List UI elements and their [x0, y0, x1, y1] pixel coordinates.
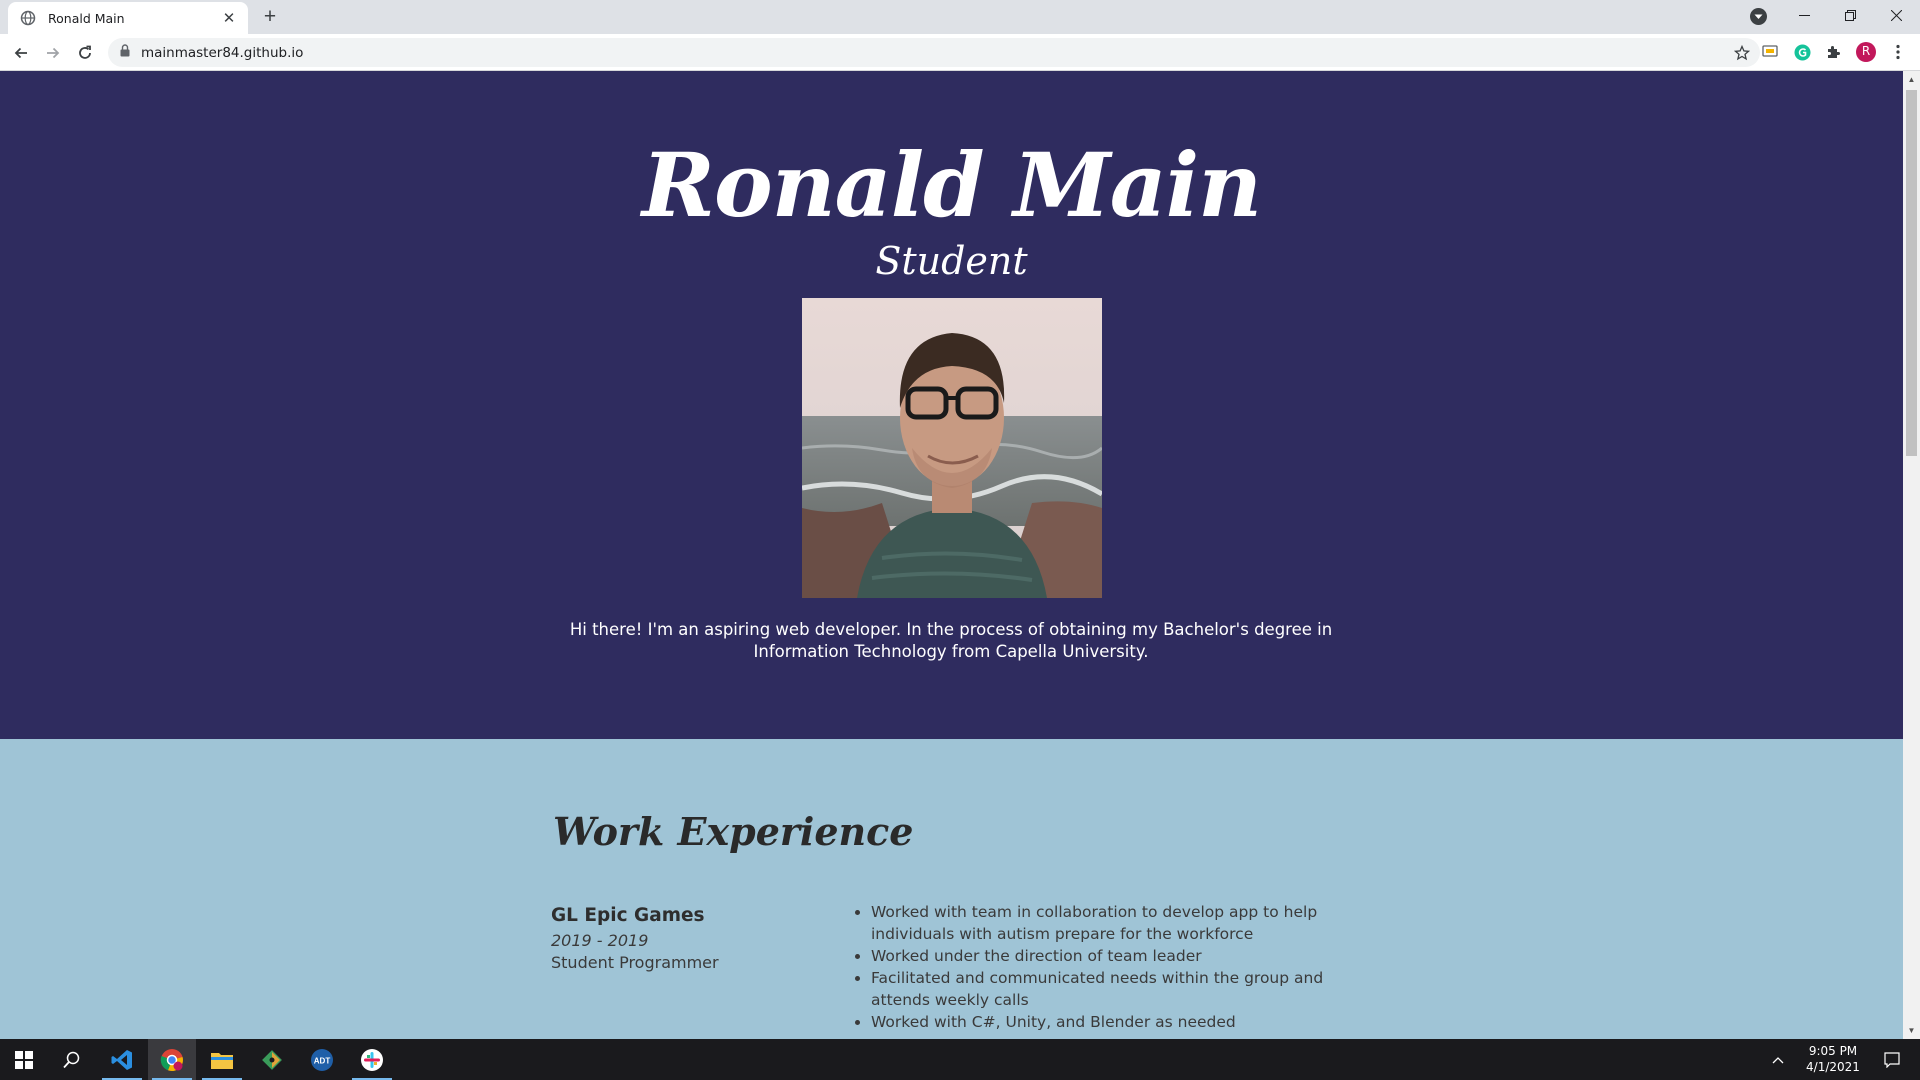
- url-text: mainmaster84.github.io: [141, 44, 304, 61]
- list-item: Worked with team in collaboration to dev…: [871, 901, 1331, 945]
- grammarly-icon[interactable]: [1792, 42, 1812, 62]
- clock-time: 9:05 PM: [1808, 1044, 1858, 1058]
- tab-search-icon[interactable]: [1750, 8, 1767, 25]
- search-icon[interactable]: [48, 1039, 96, 1080]
- git-icon[interactable]: [248, 1039, 296, 1080]
- globe-icon: [20, 10, 36, 26]
- browser-tab[interactable]: Ronald Main ✕: [8, 2, 248, 34]
- browser-toolbar: mainmaster84.github.io R: [0, 34, 1920, 71]
- notification-center-icon[interactable]: [1872, 1039, 1912, 1080]
- chrome-icon[interactable]: [148, 1039, 196, 1080]
- scrollbar-thumb[interactable]: [1906, 90, 1917, 456]
- job-duties-list: Worked with team in collaboration to dev…: [851, 901, 1331, 1033]
- close-tab-icon[interactable]: ✕: [220, 9, 238, 27]
- job-company: GL Epic Games: [551, 905, 705, 926]
- work-experience-section: Work Experience GL Epic Games 2019 - 201…: [0, 739, 1903, 1039]
- list-item: Worked with C#, Unity, and Blender as ne…: [871, 1011, 1331, 1033]
- chevron-up-icon[interactable]: [1766, 1039, 1790, 1080]
- adt-icon[interactable]: ADT: [298, 1039, 346, 1080]
- cast-extension-icon[interactable]: [1760, 42, 1780, 62]
- new-tab-button[interactable]: +: [258, 5, 282, 29]
- system-clock[interactable]: 9:05 PM 4/1/2021: [1795, 1043, 1871, 1075]
- scroll-down-icon[interactable]: ▼: [1903, 1022, 1920, 1039]
- restore-icon[interactable]: [1827, 0, 1873, 30]
- list-item: Facilitated and communicated needs withi…: [871, 967, 1331, 1011]
- windows-taskbar: ADT 9:05 PM 4/1/2021: [0, 1039, 1920, 1080]
- subtitle: Student: [875, 239, 1028, 283]
- bookmark-star-icon[interactable]: [1732, 43, 1752, 63]
- svg-text:ADT: ADT: [314, 1056, 331, 1065]
- reload-icon[interactable]: [72, 40, 98, 66]
- job-dates: 2019 - 2019: [551, 931, 649, 950]
- job-role: Student Programmer: [551, 953, 719, 972]
- clock-date: 4/1/2021: [1806, 1060, 1860, 1074]
- hero-section: Ronald Main Student Hi there! I'm an asp…: [0, 71, 1903, 739]
- profile-initial: R: [1861, 44, 1871, 58]
- slack-icon[interactable]: [348, 1039, 396, 1080]
- windows-start-icon[interactable]: [0, 1039, 48, 1080]
- bio-text: Hi there! I'm an aspiring web developer.…: [569, 620, 1333, 661]
- list-item: Worked under the direction of team leade…: [871, 945, 1331, 967]
- back-arrow-icon[interactable]: [8, 40, 34, 66]
- profile-photo: [802, 298, 1102, 598]
- forward-arrow-icon[interactable]: [40, 40, 66, 66]
- tab-title: Ronald Main: [48, 10, 125, 26]
- extensions-puzzle-icon[interactable]: [1824, 42, 1844, 62]
- vs-code-icon[interactable]: [98, 1039, 146, 1080]
- page-viewport: Ronald Main Student Hi there! I'm an asp…: [0, 71, 1903, 1039]
- section-title: Work Experience: [553, 809, 914, 854]
- tab-strip: Ronald Main ✕ +: [0, 0, 1920, 34]
- file-explorer-icon[interactable]: [198, 1039, 246, 1080]
- scroll-up-icon[interactable]: ▲: [1903, 71, 1920, 88]
- close-window-icon[interactable]: [1873, 0, 1919, 30]
- page-title: Ronald Main: [641, 133, 1262, 237]
- address-bar[interactable]: mainmaster84.github.io: [108, 38, 1760, 67]
- lock-icon: [120, 43, 130, 62]
- chrome-menu-icon[interactable]: [1888, 42, 1908, 62]
- minimize-icon[interactable]: [1781, 0, 1827, 30]
